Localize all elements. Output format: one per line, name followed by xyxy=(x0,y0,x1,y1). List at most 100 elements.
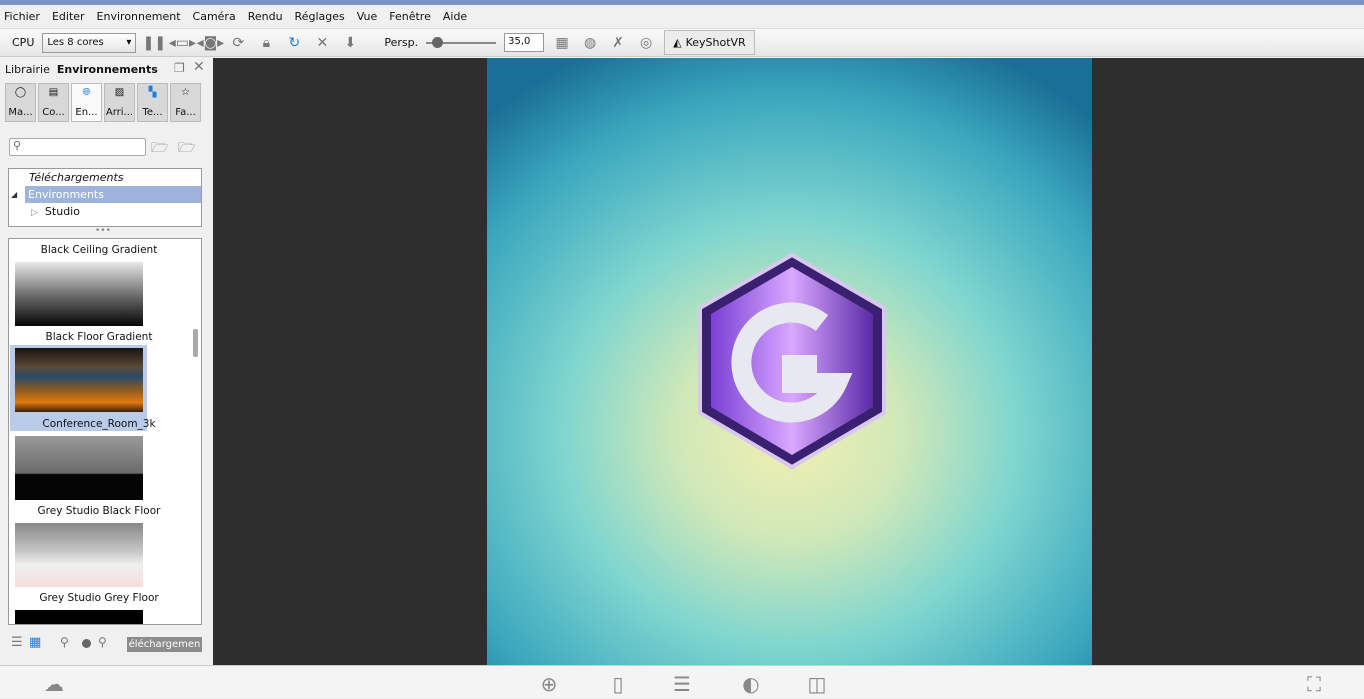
menu-vue[interactable]: Vue xyxy=(357,10,378,23)
tab-favorites[interactable]: ☆ Fa... xyxy=(170,83,201,122)
cores-dropdown[interactable]: Les 8 cores ▾ xyxy=(42,32,137,53)
project-icon[interactable]: ☰ xyxy=(668,672,696,699)
thumbnail[interactable] xyxy=(15,348,143,412)
tree-label: Environments xyxy=(28,188,104,201)
tree-item-environments[interactable]: ◢ Environments xyxy=(11,186,201,203)
library-tabs: ◯ Ma... ▤ Co... 🌐︎ En... ▨ Arri... ▚ Te... ☆ F… xyxy=(5,83,201,122)
menu-fenetre[interactable]: Fenêtre xyxy=(389,10,431,23)
list-item[interactable]: Black Floor Gradient xyxy=(9,331,189,343)
reset-icon[interactable]: ↻ xyxy=(284,33,304,53)
list-item[interactable]: Grey Studio Grey Floor xyxy=(9,592,189,604)
zoom-in-icon[interactable]: ⚲ xyxy=(98,635,107,649)
library-book-icon[interactable]: ▯ xyxy=(604,672,632,699)
texture-icon: ▚ xyxy=(148,87,157,98)
menu-editer[interactable]: Editer xyxy=(52,10,85,23)
keyshotvr-button[interactable]: ◭ KeyShotVR xyxy=(664,30,755,55)
menu-fichier[interactable]: Fichier xyxy=(4,10,40,23)
cores-value: Les 8 cores xyxy=(47,37,104,48)
logo-badge xyxy=(698,253,886,470)
scene-camera-icon[interactable]: ◂▭▸ xyxy=(169,33,196,53)
menu-camera[interactable]: Caméra xyxy=(193,10,236,23)
folder-tree: Téléchargements ◢ Environments ▷ Studio xyxy=(8,168,202,227)
add-folder-icon[interactable]: 🗁︎ xyxy=(151,137,168,161)
thumbnail[interactable] xyxy=(15,610,143,624)
swatch-icon: ▤ xyxy=(48,87,59,98)
collapsed-icon[interactable]: ▷ xyxy=(31,208,38,218)
panel-heading: Environnements xyxy=(56,63,158,76)
refresh-icon[interactable]: ⟳ xyxy=(228,33,248,53)
tab-label: Fa... xyxy=(175,107,196,118)
splitter-handle[interactable]: ••• xyxy=(95,226,111,236)
star-icon: ☆ xyxy=(181,87,190,98)
tree-label: Studio xyxy=(44,205,80,218)
list-item[interactable]: Grey Studio Black Floor xyxy=(9,505,189,517)
environment-list: Black Ceiling Gradient Black Floor Gradi… xyxy=(8,238,202,625)
grid-icon[interactable]: ▦ xyxy=(552,33,572,53)
library-label: Librairie xyxy=(5,63,50,76)
bottom-toolbar: ☁ ⊕ ▯ ☰ ◐ ◫ ⛶ xyxy=(0,665,1364,698)
down-arrow-icon[interactable]: ⬇ xyxy=(340,33,360,53)
remove-folder-icon[interactable]: 🗁︎ xyxy=(178,137,195,161)
tree-item-downloads[interactable]: Téléchargements xyxy=(9,169,201,186)
thumbnail[interactable] xyxy=(15,523,143,587)
import-icon[interactable]: ⊕ xyxy=(535,672,563,699)
thumb-size-slider[interactable] xyxy=(82,639,91,648)
menu-rendu[interactable]: Rendu xyxy=(248,10,283,23)
search-input[interactable]: ⚲ xyxy=(9,138,146,156)
screenshot-icon[interactable]: ◂◙▸ xyxy=(197,33,225,53)
list-item[interactable]: Conference_Room_3k xyxy=(9,418,189,430)
image-icon: ▨ xyxy=(114,87,125,98)
tab-label: Ma... xyxy=(8,107,33,118)
tree-item-studio[interactable]: ▷ Studio xyxy=(9,203,201,220)
screenshot-region-icon[interactable]: ⛶ xyxy=(1300,672,1328,699)
fit-icon[interactable]: ✕ xyxy=(312,33,332,53)
panel-title: Librairie Environnements xyxy=(5,63,158,76)
persp-label: Persp. xyxy=(384,36,419,49)
pause-icon[interactable]: ❚❚ xyxy=(143,33,166,53)
vr-icon: ◭ xyxy=(673,36,682,49)
tab-label: Co... xyxy=(42,107,65,118)
menu-bar: Fichier Editer Environnement Caméra Rend… xyxy=(0,5,1364,27)
menu-environnement[interactable]: Environnement xyxy=(97,10,181,23)
chevron-down-icon: ▾ xyxy=(126,37,132,48)
menu-reglages[interactable]: Réglages xyxy=(295,10,345,23)
grid-view-icon[interactable]: ▦ xyxy=(29,635,41,650)
cpu-label: CPU xyxy=(12,36,35,49)
thumbnail[interactable] xyxy=(15,436,143,500)
persp-slider[interactable] xyxy=(426,36,497,48)
globe-icon: 🌐︎ xyxy=(82,87,91,98)
close-icon[interactable]: ✕ xyxy=(193,59,205,75)
sphere-icon: ◯ xyxy=(14,87,27,98)
slider-handle[interactable] xyxy=(431,36,443,48)
material-icon[interactable]: ◍ xyxy=(580,33,600,53)
geometry-icon[interactable]: ✗ xyxy=(608,33,628,53)
library-panel: Librairie Environnements ❐ ✕ ◯ Ma... ▤ Co.… xyxy=(0,58,213,665)
list-scrollbar[interactable] xyxy=(193,329,198,357)
render-icon[interactable]: ◫ xyxy=(803,672,831,699)
spin-icon[interactable]: ◎ xyxy=(636,33,656,53)
tab-backplates[interactable]: ▨ Arri... xyxy=(104,83,135,122)
undock-icon[interactable]: ❐ xyxy=(174,61,185,75)
keyshotvr-label: KeyShotVR xyxy=(685,36,746,49)
toolbar: CPU Les 8 cores ▾ ❚❚ ◂▭▸ ◂◙▸ ⟳ 🔒︎ ↻ ✕ ⬇ P… xyxy=(0,28,1364,57)
tab-colors[interactable]: ▤ Co... xyxy=(38,83,69,122)
animation-icon[interactable]: ◐ xyxy=(737,672,765,699)
list-item[interactable]: Black Ceiling Gradient xyxy=(9,244,189,256)
search-icon: ⚲ xyxy=(13,139,22,152)
tab-label: Arri... xyxy=(105,107,134,118)
tab-textures[interactable]: ▚ Te... xyxy=(137,83,168,122)
tab-label: En... xyxy=(75,107,98,118)
download-button[interactable]: éléchargemen xyxy=(127,637,202,652)
tab-label: Te... xyxy=(142,107,163,118)
thumbnail[interactable] xyxy=(15,262,143,326)
tab-materials[interactable]: ◯ Ma... xyxy=(5,83,36,122)
list-view-icon[interactable]: ☰ xyxy=(11,635,23,650)
render-image[interactable] xyxy=(487,58,1092,665)
lock-icon[interactable]: 🔒︎ xyxy=(256,33,276,53)
zoom-out-icon[interactable]: ⚲ xyxy=(60,635,69,649)
cloud-icon[interactable]: ☁ xyxy=(40,672,68,699)
persp-input[interactable]: 35,0 xyxy=(504,33,545,52)
expanded-icon[interactable]: ◢ xyxy=(11,186,17,203)
menu-aide[interactable]: Aide xyxy=(443,10,467,23)
tab-environments[interactable]: 🌐︎ En... xyxy=(71,83,102,122)
